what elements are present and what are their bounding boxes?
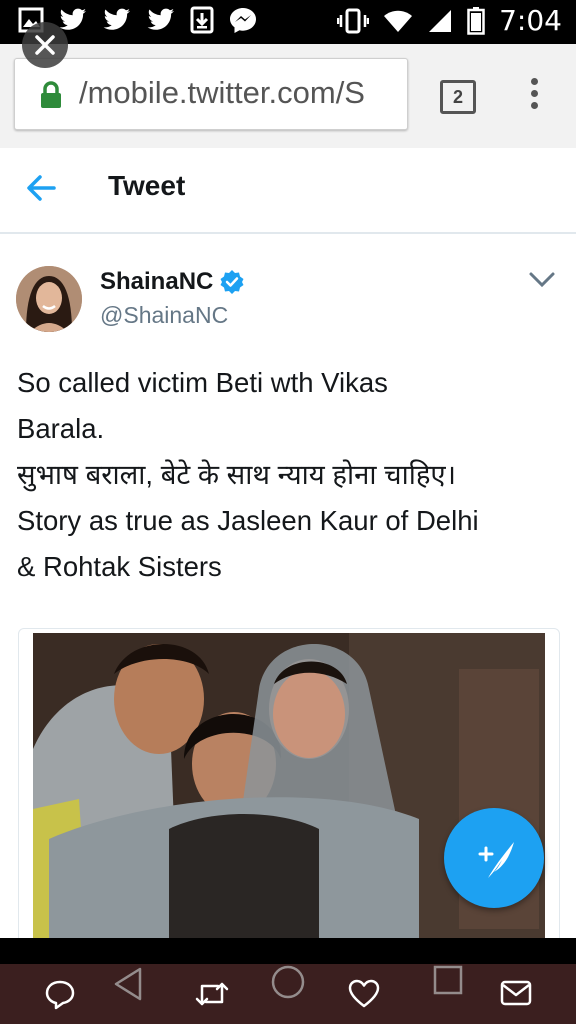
divider bbox=[0, 938, 576, 964]
page-title: Tweet bbox=[108, 170, 186, 201]
overflow-menu-icon[interactable] bbox=[526, 78, 542, 114]
wifi-icon bbox=[384, 10, 413, 32]
retweet-icon[interactable] bbox=[194, 978, 230, 1010]
back-arrow-icon[interactable] bbox=[24, 170, 60, 206]
close-icon[interactable] bbox=[22, 22, 68, 68]
bottom-action-bar bbox=[0, 964, 576, 1024]
tweet-text-line: Story as true as Jasleen Kaur of Delhi bbox=[17, 505, 479, 536]
tweet-text-line: Barala. bbox=[17, 413, 105, 444]
verified-badge-icon bbox=[220, 270, 244, 294]
android-recents-icon[interactable] bbox=[432, 964, 464, 998]
status-bar: 7:04 bbox=[0, 0, 576, 44]
download-icon bbox=[190, 6, 214, 34]
url-text[interactable]: /mobile.twitter.com/S bbox=[79, 75, 365, 111]
tweet-text: So called victim Beti wth Vikas Barala. … bbox=[17, 360, 565, 590]
android-back-icon[interactable] bbox=[112, 966, 144, 1002]
tweet-text-line: So called victim Beti wth Vikas bbox=[17, 367, 388, 398]
android-home-icon[interactable] bbox=[270, 964, 306, 1000]
messenger-icon bbox=[230, 8, 256, 33]
chevron-down-icon[interactable] bbox=[528, 270, 556, 290]
address-bar[interactable]: /mobile.twitter.com/S bbox=[14, 58, 408, 130]
user-handle[interactable]: @ShainaNC bbox=[100, 302, 228, 329]
compose-quill-icon bbox=[478, 842, 514, 878]
vibrate-icon bbox=[337, 8, 370, 33]
signal-icon bbox=[429, 9, 452, 32]
tweet-text-line: सुभाष बराला, बेटे के साथ न्याय होना चाहि… bbox=[17, 459, 457, 490]
clock: 7:04 bbox=[499, 4, 562, 37]
compose-tweet-button[interactable] bbox=[444, 808, 544, 908]
direct-message-icon[interactable] bbox=[500, 978, 532, 1008]
like-heart-icon[interactable] bbox=[348, 978, 380, 1010]
tweet-text-line: & Rohtak Sisters bbox=[17, 551, 222, 582]
avatar[interactable] bbox=[16, 266, 82, 332]
twitter-icon bbox=[147, 8, 174, 30]
display-name[interactable]: ShainaNC bbox=[100, 268, 245, 296]
system-icons: 7:04 bbox=[337, 4, 562, 37]
tweet-header: Tweet bbox=[0, 148, 576, 234]
display-name-text[interactable]: ShainaNC bbox=[100, 268, 213, 296]
reply-icon[interactable] bbox=[44, 978, 76, 1010]
lock-icon bbox=[41, 81, 61, 108]
tab-switcher-button[interactable]: 2 bbox=[440, 80, 476, 114]
battery-icon bbox=[467, 6, 485, 35]
twitter-icon bbox=[103, 8, 130, 30]
